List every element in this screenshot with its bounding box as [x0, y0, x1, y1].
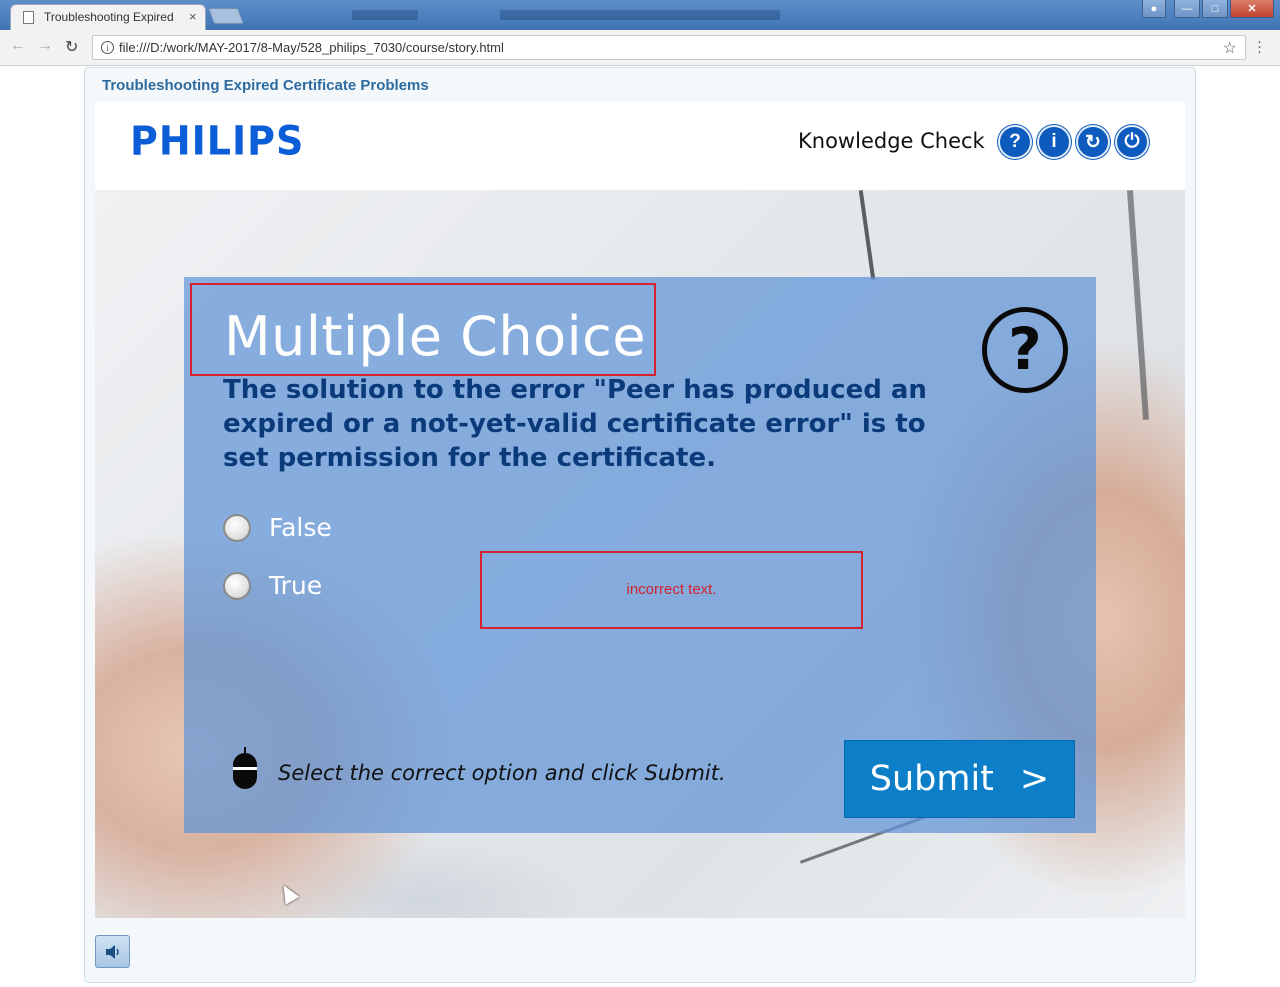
browser-toolbar: ← → ↻ i file:///D:/work/MAY-2017/8-May/5…	[0, 30, 1280, 66]
question-text: The solution to the error "Peer has prod…	[223, 375, 927, 473]
question-mark-icon: ?	[982, 307, 1068, 393]
blurred-taskbar-item	[352, 10, 418, 20]
url-text[interactable]: file:///D:/work/MAY-2017/8-May/528_phili…	[119, 40, 504, 55]
photo-detail	[1126, 190, 1150, 420]
browser-titlebar: Troubleshooting Expired × ● — □ ✕	[0, 0, 1280, 30]
power-icon[interactable]: ⏻	[1115, 125, 1149, 159]
blurred-taskbar-item	[500, 10, 780, 20]
feedback-text: incorrect text.	[626, 581, 717, 598]
option-true[interactable]: True	[223, 571, 322, 600]
close-window-button[interactable]: ✕	[1230, 0, 1274, 18]
maximize-button[interactable]: □	[1202, 0, 1228, 18]
instruction-text: Select the correct option and click Subm…	[278, 761, 726, 785]
submit-label: Submit	[869, 759, 994, 799]
speaker-icon	[105, 944, 119, 959]
site-info-icon[interactable]: i	[101, 41, 114, 54]
section-label: Knowledge Check	[798, 129, 985, 153]
new-tab-button[interactable]	[208, 8, 244, 24]
audio-toggle-button[interactable]	[95, 935, 130, 968]
philips-logo: PHILIPS	[130, 117, 305, 165]
option-false[interactable]: False	[223, 513, 332, 542]
address-bar[interactable]: i file:///D:/work/MAY-2017/8-May/528_phi…	[92, 35, 1246, 60]
quiz-title: Multiple Choice	[224, 305, 647, 368]
submit-button[interactable]: Submit >	[844, 740, 1075, 818]
page-icon	[23, 11, 34, 24]
mouse-icon	[233, 747, 257, 789]
radio-button[interactable]	[223, 513, 251, 542]
option-label[interactable]: False	[269, 513, 332, 542]
bookmark-star-icon[interactable]: ☆	[1223, 38, 1237, 58]
minimize-button[interactable]: —	[1174, 0, 1200, 18]
window-controls: ● — □ ✕	[1142, 0, 1274, 20]
back-icon[interactable]: ←	[10, 37, 26, 55]
forward-icon[interactable]: →	[37, 37, 53, 55]
radio-button[interactable]	[223, 571, 251, 600]
chevron-right-icon: >	[1019, 759, 1050, 799]
option-label[interactable]: True	[269, 571, 322, 600]
tab-close-icon[interactable]: ×	[189, 9, 197, 24]
quiz-panel: Multiple Choice ? The solution to the er…	[184, 277, 1096, 833]
slide: PHILIPS Knowledge Check ? i ↻ ⏻ Multiple…	[95, 101, 1185, 918]
browser-tab[interactable]: Troubleshooting Expired ×	[10, 4, 206, 30]
course-title: Troubleshooting Expired Certificate Prob…	[102, 77, 429, 94]
feedback-box: incorrect text.	[480, 551, 863, 629]
photo-detail	[858, 190, 876, 280]
help-icon[interactable]: ?	[998, 125, 1032, 159]
reload-icon[interactable]: ↻	[65, 37, 78, 57]
info-icon[interactable]: i	[1037, 125, 1071, 159]
replay-icon[interactable]: ↻	[1076, 125, 1110, 159]
slide-header: PHILIPS Knowledge Check ? i ↻ ⏻	[95, 101, 1185, 190]
user-profile-icon[interactable]: ●	[1142, 0, 1166, 18]
browser-menu-icon[interactable]: · · ·	[1257, 34, 1262, 59]
tab-title: Troubleshooting Expired	[44, 10, 174, 24]
